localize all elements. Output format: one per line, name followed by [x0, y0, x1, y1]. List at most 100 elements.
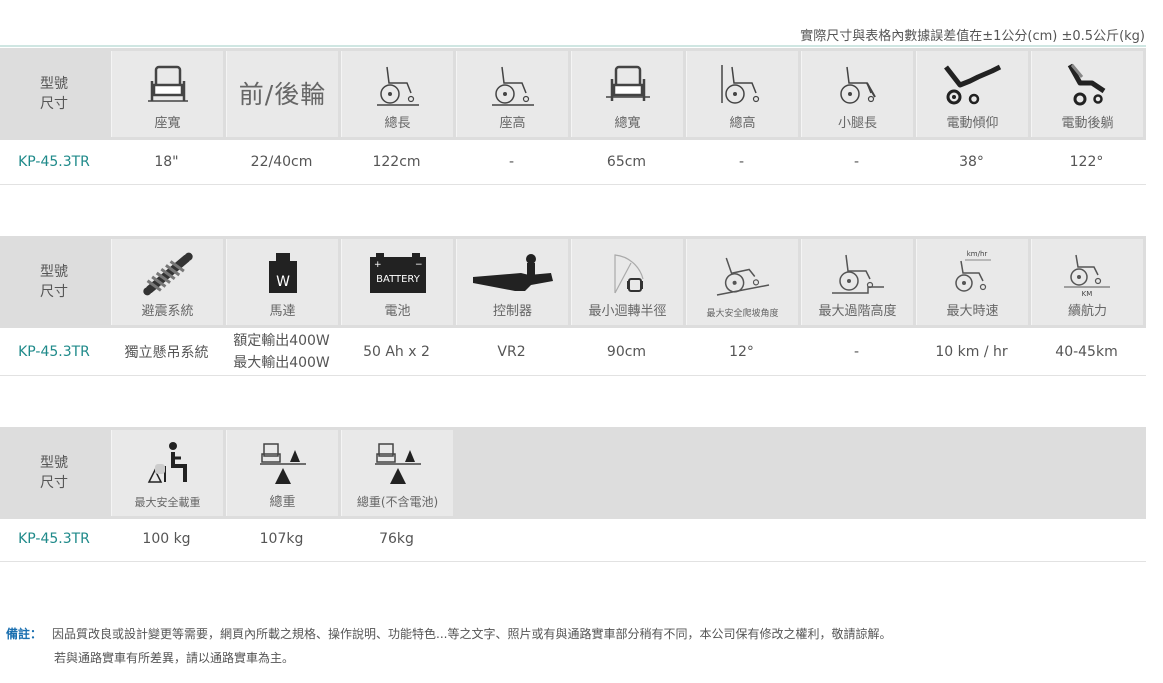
header-power-recline: 電動後躺: [1031, 51, 1143, 137]
total-weight-icon: [259, 443, 306, 484]
svg-text:−: −: [415, 260, 423, 270]
svg-text:KM: KM: [1081, 290, 1092, 297]
footer-line-2: 若與通路實車有所差異，請以通路實車為主。: [54, 651, 295, 665]
header-front-rear-wheel: 前/後輪: [226, 51, 338, 137]
value-max-step: -: [853, 343, 860, 360]
header-label: 馬達: [269, 304, 296, 319]
spec-table-3-header: 型號 尺寸 最大安全載重 總重 總重(不含電池): [0, 427, 1146, 519]
value-suspension: 獨立懸吊系統: [124, 344, 209, 361]
step-height-icon: [831, 254, 884, 294]
seat-width-icon: [147, 65, 188, 102]
max-load-icon: [147, 442, 187, 483]
header-max-speed: km/hr 最大時速: [916, 239, 1028, 325]
header-label: 最大時速: [946, 304, 999, 319]
header-total-width: 總寬: [571, 51, 683, 137]
value-max-load: 100 kg: [142, 531, 191, 547]
wheelchair-seat-height-icon: [491, 66, 534, 106]
divider: [0, 45, 1146, 47]
svg-text:+: +: [374, 260, 382, 270]
header-label: 總長: [384, 116, 411, 131]
header-label: 最大過階高度: [818, 304, 897, 319]
svg-text:W: W: [276, 274, 290, 290]
turning-radius-icon: [613, 254, 644, 294]
value-max-slope: 12°: [729, 343, 754, 360]
header-label: 續航力: [1067, 304, 1107, 319]
value-total-length: 122cm: [372, 154, 421, 170]
header-seat-width: 座寬: [111, 51, 223, 137]
header-seat-height: 座高: [456, 51, 568, 137]
battery-icon: + − BATTERY: [369, 253, 426, 293]
header-total-height: 總高: [686, 51, 798, 137]
value-weight-no-battery: 76kg: [379, 531, 414, 547]
header-suspension: 避震系統: [111, 239, 223, 325]
value-total-width: 65cm: [606, 154, 647, 170]
header-max-slope: 最大安全爬坡角度: [686, 239, 798, 325]
controller-icon: [472, 254, 553, 291]
header-label: 電池: [384, 304, 411, 319]
header-label: 避震系統: [141, 304, 194, 319]
value-total-height: -: [738, 154, 745, 170]
speed-icon: km/hr: [954, 250, 991, 292]
svg-text:km/hr: km/hr: [966, 250, 987, 258]
header-model-size: 型號 尺寸: [0, 48, 108, 140]
spec-table-2-header: 型號 尺寸 避震系統 W 馬達 + − BATTERY 電池 控制器 最小迴轉半…: [0, 236, 1146, 328]
header-weight-no-battery: 總重(不含電池): [341, 430, 453, 516]
table-row: KP-45.3TR 18" 22/40cm 122cm - 65cm - - 3…: [0, 140, 1146, 185]
wheelchair-leg-length-icon: [839, 66, 876, 104]
wheelchair-length-icon: [376, 66, 419, 106]
header-controller: 控制器: [456, 239, 568, 325]
header-motor: W 馬達: [226, 239, 338, 325]
weight-no-battery-icon: [374, 443, 421, 484]
header-label: 最大安全載重: [134, 496, 201, 509]
tilt-icon: [943, 64, 1001, 105]
header-label: 小腿長: [837, 116, 877, 131]
header-model-size: 型號 尺寸: [0, 427, 108, 519]
header-label: 電動傾仰: [946, 116, 999, 131]
value-recline: 122°: [1069, 154, 1104, 170]
header-max-load: 最大安全載重: [111, 430, 223, 516]
header-label: 總重(不含電池): [356, 495, 439, 509]
header-label: 最大安全爬坡角度: [706, 309, 779, 319]
header-label: 最小迴轉半徑: [588, 304, 667, 319]
value-seat-height: -: [508, 154, 515, 170]
footer-note: 備註： 因品質改良或設計變更等需要，網頁內所載之規格、操作說明、功能特色...等之…: [6, 622, 891, 670]
spec-table-1-header: 型號 尺寸 座寬 前/後輪 總長 座高 總寬 總高 小腿長 電動傾仰 電動後躺: [0, 48, 1146, 140]
header-label: 座寬: [154, 116, 181, 131]
range-icon: KM: [1063, 254, 1110, 297]
value-total-weight: 107kg: [259, 531, 304, 547]
header-label: 總寬: [614, 116, 641, 131]
header-label: 總高: [729, 116, 756, 131]
header-leg-length: 小腿長: [801, 51, 913, 137]
header-label: 控制器: [492, 304, 532, 319]
footer-line-1: 備註： 因品質改良或設計變更等需要，網頁內所載之規格、操作說明、功能特色...等之…: [6, 627, 892, 641]
header-max-step: 最大過階高度: [801, 239, 913, 325]
tolerance-note: 實際尺寸與表格內數據誤差值在±1公分(cm) ±0.5公斤(kg): [800, 29, 1145, 44]
value-seat-width: 18": [154, 154, 179, 170]
header-total-weight: 總重: [226, 430, 338, 516]
header-total-length: 總長: [341, 51, 453, 137]
spring-icon: [142, 252, 193, 296]
value-controller: VR2: [497, 343, 526, 360]
value-wheels: 22/40cm: [250, 154, 313, 170]
value-tilt: 38°: [959, 154, 984, 170]
header-turning-radius: 最小迴轉半徑: [571, 239, 683, 325]
svg-text:BATTERY: BATTERY: [376, 274, 421, 285]
table-row: KP-45.3TR 100 kg 107kg 76kg: [0, 517, 1146, 562]
value-leg-length: -: [853, 154, 860, 170]
value-motor: 額定輸出400W 最大輸出400W: [233, 332, 330, 371]
recline-icon: [1067, 63, 1105, 106]
header-label: 電動後躺: [1061, 116, 1114, 131]
slope-icon: [716, 257, 769, 296]
table-row: KP-45.3TR 獨立懸吊系統 額定輸出400W 最大輸出400W 50 Ah…: [0, 328, 1146, 376]
value-battery: 50 Ah x 2: [363, 343, 430, 360]
total-width-icon: [605, 65, 650, 101]
model-name: KP-45.3TR: [18, 154, 90, 170]
header-label: 總重: [269, 495, 296, 510]
header-power-tilt: 電動傾仰: [916, 51, 1028, 137]
motor-icon: W: [268, 253, 297, 293]
model-name: KP-45.3TR: [18, 531, 90, 547]
header-model-size: 型號 尺寸: [0, 236, 108, 328]
wheelchair-height-icon: [720, 65, 759, 104]
header-label: 座高: [499, 116, 526, 131]
header-range: KM 續航力: [1031, 239, 1143, 325]
